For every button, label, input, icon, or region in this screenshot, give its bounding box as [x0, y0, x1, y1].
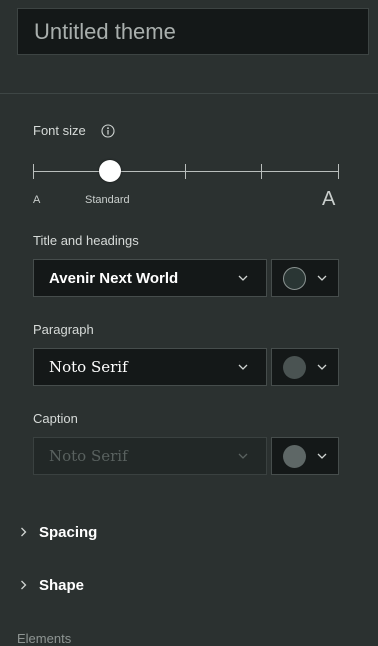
paragraph-label: Paragraph [33, 322, 94, 337]
elements-section-label: Elements [17, 631, 72, 646]
slider-track [33, 171, 339, 172]
chevron-down-icon [317, 364, 327, 370]
shape-section-toggle[interactable]: Shape [20, 573, 84, 597]
slider-current-label: Standard [85, 194, 130, 206]
slider-tick [338, 164, 339, 179]
caption-label: Caption [33, 411, 78, 426]
color-swatch [283, 355, 306, 379]
title-color-button[interactable] [271, 259, 339, 297]
slider-min-label: A [33, 194, 41, 206]
spacing-section-label: Spacing [39, 523, 98, 541]
chevron-down-icon [238, 364, 248, 370]
color-swatch [283, 444, 306, 468]
theme-name-placeholder: Untitled theme [34, 19, 176, 44]
chevron-right-icon [21, 527, 27, 537]
shape-section-label: Shape [39, 576, 85, 594]
font-size-label: Font size [33, 123, 86, 138]
divider [0, 93, 378, 94]
slider-max-label: A [322, 188, 336, 210]
info-icon[interactable] [101, 124, 115, 138]
chevron-down-icon [317, 275, 327, 281]
caption-font-select[interactable]: Noto Serif [33, 437, 267, 475]
title-font-value: Avenir Next World [49, 269, 179, 287]
slider-tick [33, 164, 34, 179]
slider-thumb[interactable] [98, 160, 121, 182]
slider-tick [185, 164, 186, 179]
chevron-right-icon [21, 580, 27, 590]
title-font-select[interactable]: Avenir Next World [33, 259, 267, 297]
chevron-down-icon [238, 275, 248, 281]
caption-font-value: Noto Serif [49, 447, 128, 465]
slider-tick [261, 164, 262, 179]
color-swatch [283, 266, 306, 290]
caption-color-button[interactable] [271, 437, 339, 475]
chevron-down-icon [238, 453, 248, 459]
paragraph-font-value: Noto Serif [49, 358, 128, 376]
title-headings-label: Title and headings [33, 233, 139, 248]
chevron-down-icon [317, 453, 327, 459]
paragraph-color-button[interactable] [271, 348, 339, 386]
spacing-section-toggle[interactable]: Spacing [20, 520, 97, 544]
font-size-slider[interactable] [33, 160, 339, 184]
paragraph-font-select[interactable]: Noto Serif [33, 348, 267, 386]
theme-name-input[interactable]: Untitled theme [17, 8, 369, 55]
